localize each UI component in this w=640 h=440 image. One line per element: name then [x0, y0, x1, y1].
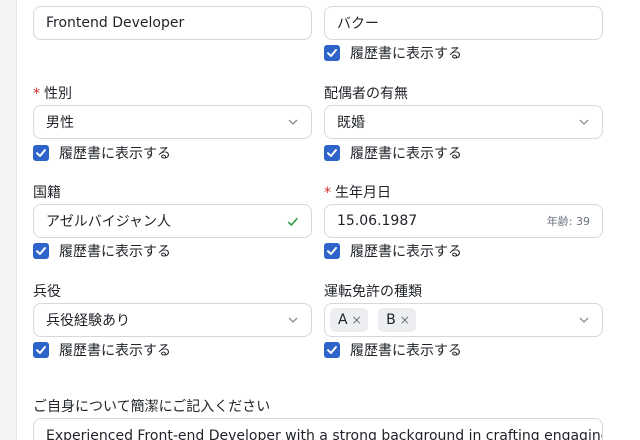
checkbox-checked-icon[interactable]	[33, 145, 49, 161]
about-label: ご自身について簡潔にご記入ください	[33, 399, 271, 415]
remove-tag-icon[interactable]: ×	[352, 313, 362, 327]
tag-label: B	[386, 312, 396, 328]
surname-value: バクー	[337, 16, 379, 32]
chevron-down-icon	[579, 317, 589, 323]
checkbox-checked-icon[interactable]	[33, 243, 49, 259]
checkbox-label: 履歴書に表示する	[350, 244, 462, 260]
gender-label: * 性別	[33, 86, 72, 102]
surname-show-checkbox[interactable]: 履歴書に表示する	[324, 43, 462, 63]
nationality-label: 国籍	[33, 185, 61, 201]
checkbox-checked-icon[interactable]	[324, 145, 340, 161]
military-value: 兵役経験あり	[46, 313, 130, 329]
surname-input[interactable]: バクー	[324, 6, 603, 40]
marital-value: 既婚	[337, 115, 365, 131]
marital-select[interactable]: 既婚	[324, 105, 603, 139]
checkbox-checked-icon[interactable]	[324, 243, 340, 259]
checkbox-label: 履歴書に表示する	[350, 343, 462, 359]
checkbox-label: 履歴書に表示する	[59, 146, 171, 162]
checkbox-label: 履歴書に表示する	[59, 244, 171, 260]
birth-show-checkbox[interactable]: 履歴書に表示する	[324, 241, 462, 261]
nationality-value: アゼルバイジャン人	[46, 214, 172, 230]
military-show-checkbox[interactable]: 履歴書に表示する	[33, 340, 171, 360]
birth-label: * 生年月日	[324, 185, 391, 201]
nationality-show-checkbox[interactable]: 履歴書に表示する	[33, 241, 171, 261]
age-badge: 年齢: 39	[546, 215, 590, 228]
required-mark: *	[324, 185, 331, 201]
checkbox-checked-icon[interactable]	[33, 342, 49, 358]
license-label: 運転免許の種類	[324, 284, 422, 300]
birth-date-input[interactable]: 15.06.1987 年齢: 39	[324, 204, 603, 238]
position-input[interactable]: Frontend Developer	[33, 6, 312, 40]
license-tag-b: B ×	[378, 308, 416, 332]
tag-label: A	[338, 312, 348, 328]
required-mark: *	[33, 86, 40, 102]
military-label: 兵役	[33, 284, 61, 300]
license-tags: A × B ×	[330, 308, 578, 332]
valid-check-icon	[287, 217, 298, 226]
chevron-down-icon	[288, 119, 298, 125]
gender-value: 男性	[46, 115, 74, 131]
checkbox-label: 履歴書に表示する	[350, 46, 462, 62]
nationality-input[interactable]: アゼルバイジャン人	[33, 204, 312, 238]
about-textarea[interactable]: Experienced Front-end Developer with a s…	[33, 418, 603, 440]
license-show-checkbox[interactable]: 履歴書に表示する	[324, 340, 462, 360]
gender-show-checkbox[interactable]: 履歴書に表示する	[33, 143, 171, 163]
license-tag-a: A ×	[330, 308, 368, 332]
chevron-down-icon	[579, 119, 589, 125]
checkbox-checked-icon[interactable]	[324, 342, 340, 358]
birth-date-value: 15.06.1987	[337, 213, 418, 229]
gender-select[interactable]: 男性	[33, 105, 312, 139]
position-value: Frontend Developer	[46, 15, 185, 31]
chevron-down-icon	[288, 317, 298, 323]
about-value: Experienced Front-end Developer with a s…	[46, 428, 603, 440]
remove-tag-icon[interactable]: ×	[400, 313, 410, 327]
checkbox-label: 履歴書に表示する	[59, 343, 171, 359]
marital-label: 配偶者の有無	[324, 86, 408, 102]
checkbox-checked-icon[interactable]	[324, 45, 340, 61]
checkbox-label: 履歴書に表示する	[350, 146, 462, 162]
marital-show-checkbox[interactable]: 履歴書に表示する	[324, 143, 462, 163]
military-select[interactable]: 兵役経験あり	[33, 303, 312, 337]
license-multiselect[interactable]: A × B ×	[324, 303, 603, 337]
